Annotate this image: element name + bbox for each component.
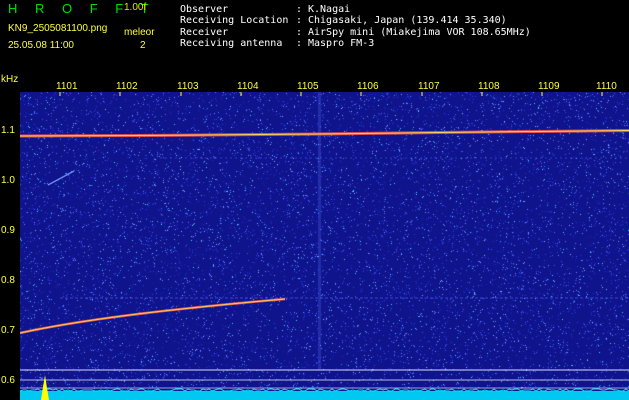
x-tick-label: 1104 xyxy=(237,81,259,92)
faint-echo xyxy=(47,170,75,186)
spectrum-trace-edge xyxy=(20,388,629,392)
x-tick-label: 1103 xyxy=(177,81,199,92)
info-label-receiver: Receiver xyxy=(180,27,229,38)
x-tick-label: 1109 xyxy=(538,81,560,92)
info-label-observer: Observer xyxy=(180,4,229,15)
spectrum-trace xyxy=(20,391,629,400)
info-colon: : xyxy=(296,4,303,15)
hrofft-viewer: H R O F F T 1.00f KN9_2505081100.png mel… xyxy=(0,0,629,400)
capture-datetime: 25.05.08 11:00 xyxy=(8,40,74,51)
info-colon: : xyxy=(296,38,303,49)
x-tick-marks xyxy=(59,92,603,96)
file-name: KN9_2505081100.png xyxy=(8,23,108,34)
meteor-echo-trail xyxy=(20,297,286,335)
info-label-antenna: Receiving antenna xyxy=(180,38,283,49)
y-tick-label: 0.6 xyxy=(1,375,15,386)
y-tick-label: 0.9 xyxy=(1,225,15,236)
x-tick-label: 1101 xyxy=(56,81,78,92)
x-tick-label: 1102 xyxy=(116,81,138,92)
y-tick-label: 0.8 xyxy=(1,275,15,286)
y-tick-label: 0.7 xyxy=(1,325,15,336)
x-tick-label: 1107 xyxy=(418,81,440,92)
spectrogram-overlay xyxy=(20,92,629,400)
info-colon: : xyxy=(296,27,303,38)
y-tick-label: 1.0 xyxy=(1,175,15,186)
app-version: 1.00f xyxy=(124,2,147,13)
info-value-antenna: Maspro FM-3 xyxy=(308,38,375,49)
info-value-observer: K.Nagai xyxy=(308,4,351,15)
x-tick-label: 1108 xyxy=(478,81,500,92)
info-colon: : xyxy=(296,15,303,26)
info-value-receiver: AirSpy mini (Miakejima VOR 108.65MHz) xyxy=(308,27,531,38)
x-tick-label: 1106 xyxy=(357,81,379,92)
x-tick-label: 1110 xyxy=(596,81,617,92)
meteor-echo-core xyxy=(20,298,286,334)
mode-label: meleor xyxy=(124,27,155,38)
mode-value: 2 xyxy=(140,40,146,51)
info-label-location: Receiving Location xyxy=(180,15,289,26)
spectrogram xyxy=(20,92,629,400)
y-tick-label: 1.1 xyxy=(1,125,15,136)
x-tick-label: 1105 xyxy=(297,81,319,92)
info-value-location: Chigasaki, Japan (139.414 35.340) xyxy=(308,15,507,26)
y-axis-unit: kHz xyxy=(1,74,19,85)
